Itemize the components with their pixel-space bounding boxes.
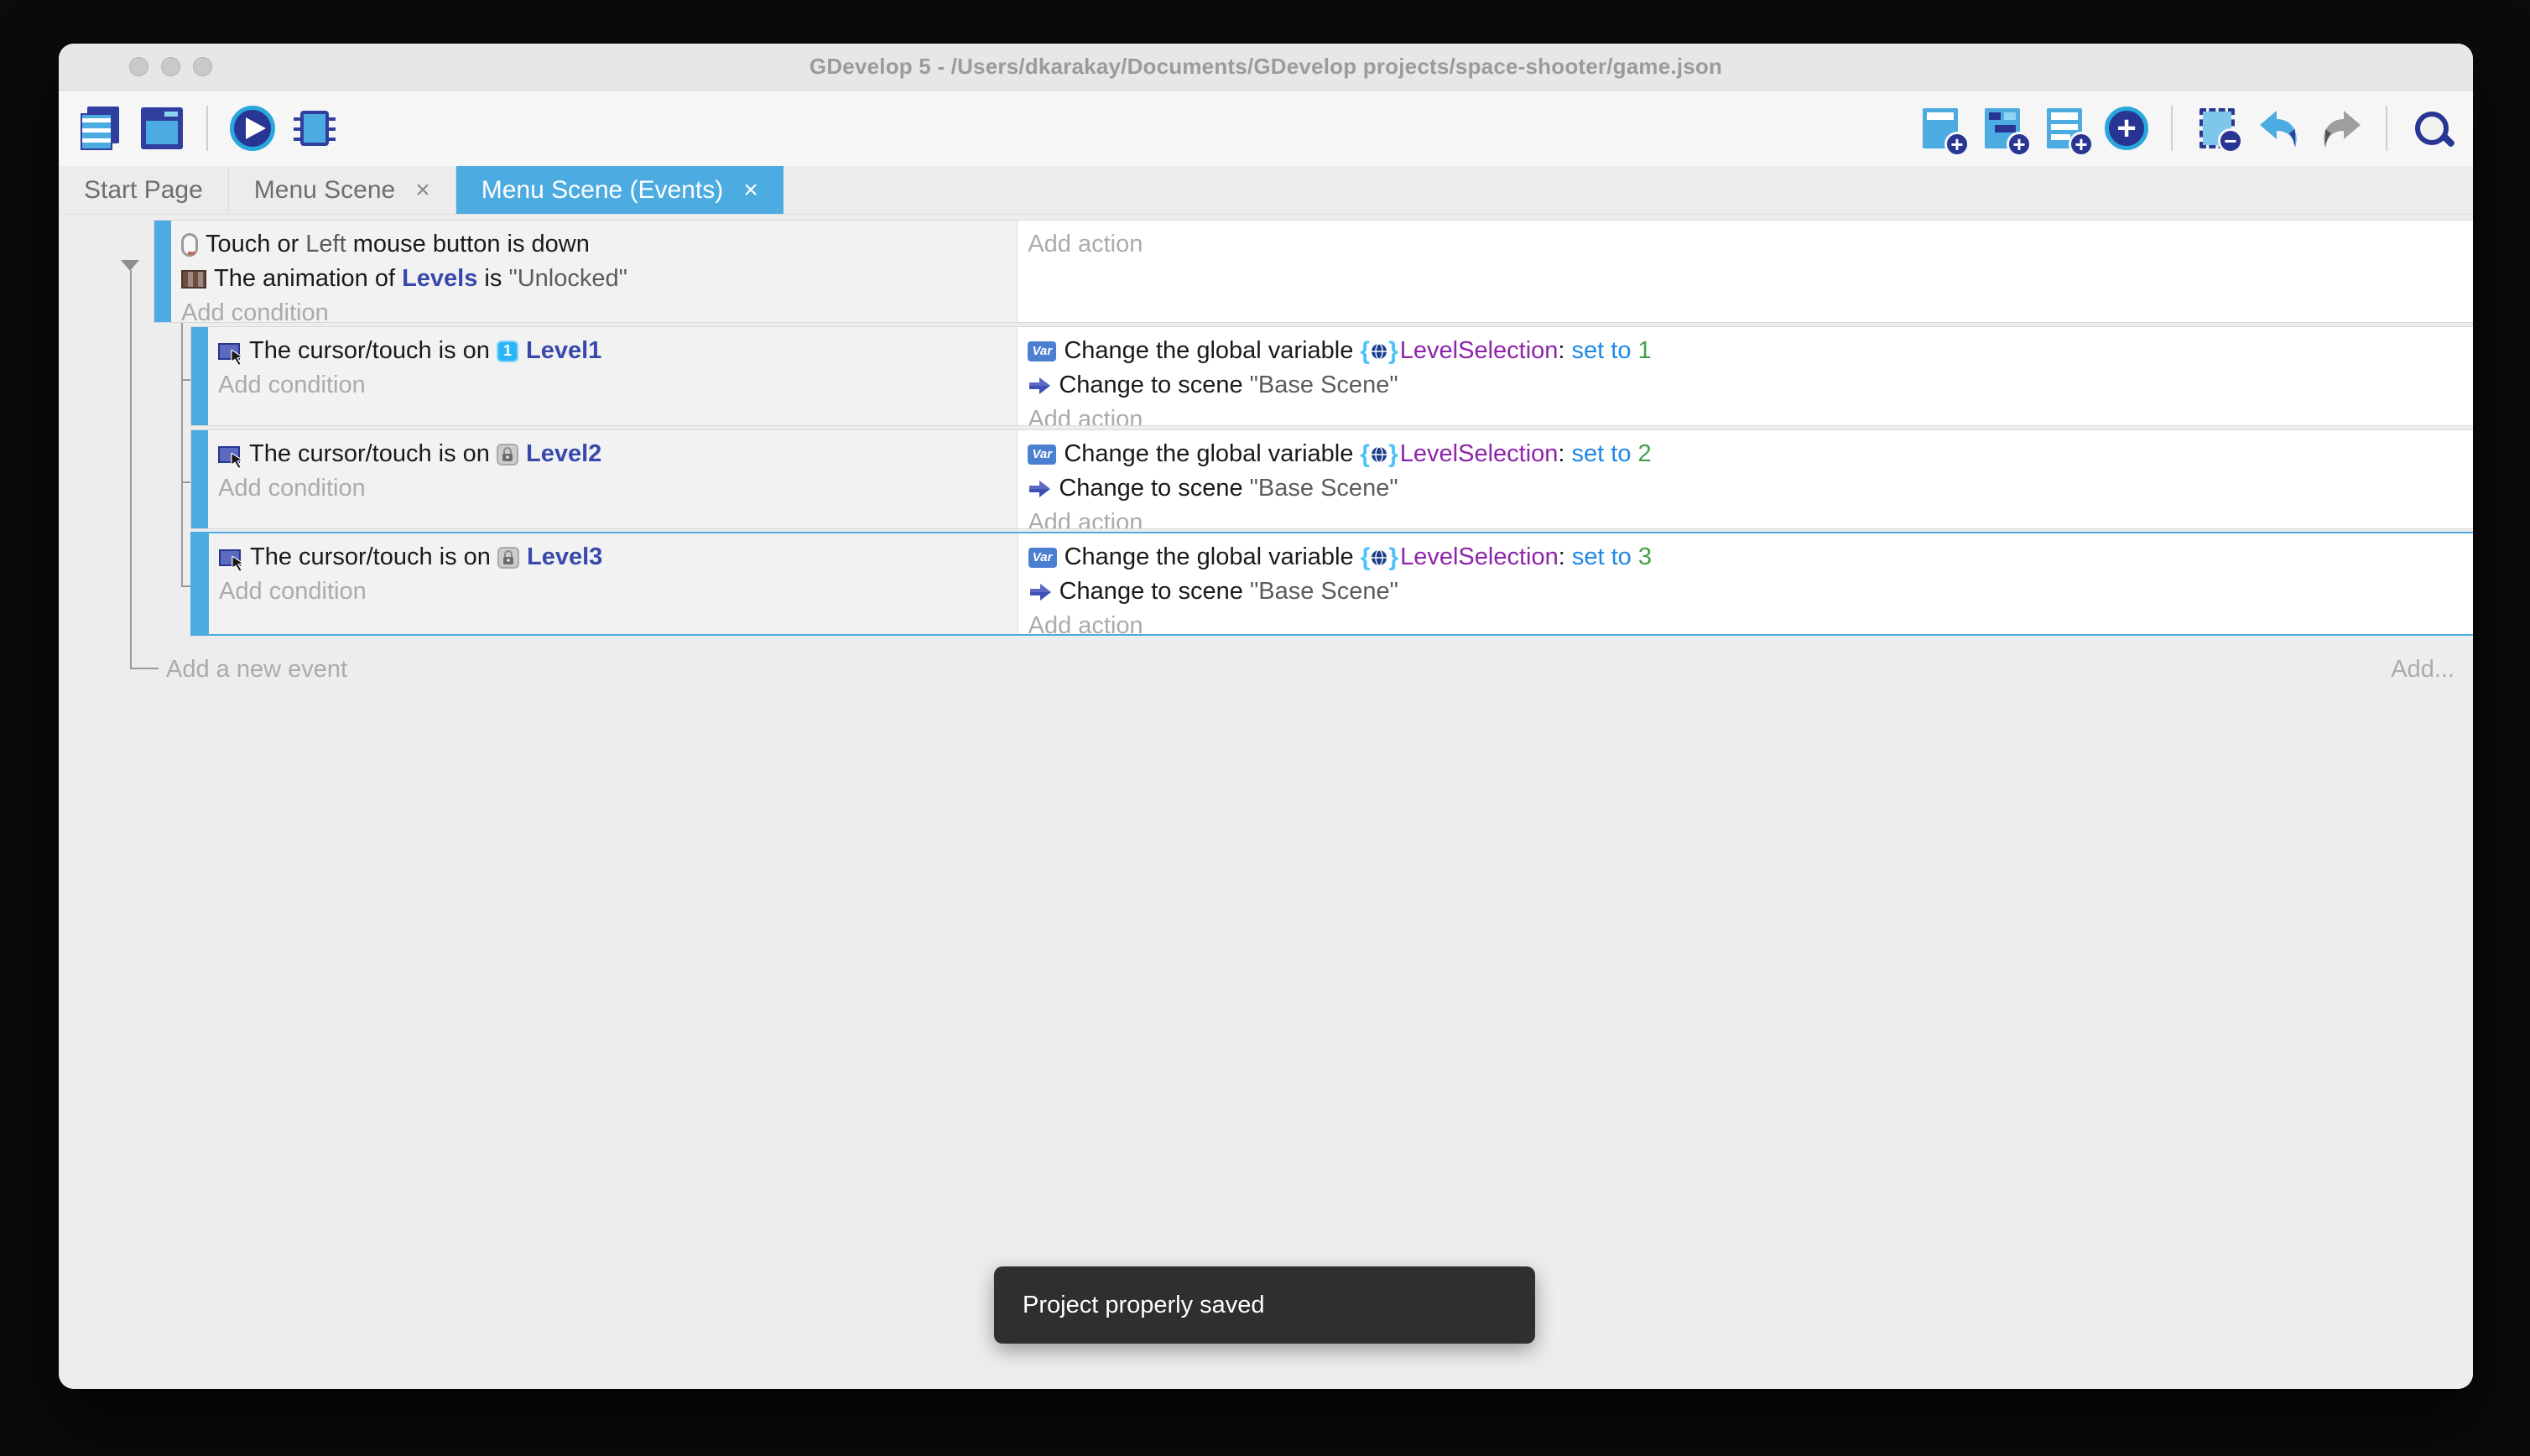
add-comment-icon[interactable]: +	[2040, 104, 2089, 153]
variable-icon: Var	[1028, 445, 1056, 465]
conditions-column: The cursor/touch is on Level3 Add condit…	[209, 533, 1018, 634]
cursor-touch-icon	[218, 343, 240, 360]
toolbar: + + + + −	[59, 91, 2473, 166]
conditions-column: The cursor/touch is on 1Level1 Add condi…	[208, 327, 1018, 425]
add-event-icon[interactable]: +	[1916, 104, 1965, 153]
add-condition-button[interactable]: Add condition	[218, 368, 1017, 403]
play-preview-icon[interactable]	[228, 104, 277, 153]
condition-animation[interactable]: The animation of Levels is "Unlocked"	[181, 262, 1017, 296]
condition-cursor-on-level3[interactable]: The cursor/touch is on Level3	[219, 540, 1018, 575]
scene-change-icon	[1028, 582, 1052, 602]
close-tab-icon[interactable]: ×	[743, 176, 758, 205]
cursor-touch-icon	[218, 446, 240, 463]
lock-icon	[497, 547, 519, 569]
close-window-button[interactable]	[129, 57, 148, 76]
debug-icon[interactable]	[290, 104, 339, 153]
minimize-window-button[interactable]	[161, 57, 180, 76]
tab-label: Menu Scene	[254, 176, 395, 205]
toast-message: Project properly saved	[1023, 1292, 1265, 1319]
add-condition-button[interactable]: Add condition	[218, 471, 1017, 506]
add-action-button[interactable]: Add action	[1028, 506, 2473, 528]
event-level2[interactable]: The cursor/touch is on Level2 Add condit…	[190, 429, 2473, 529]
action-change-scene[interactable]: Change to scene "Base Scene"	[1028, 471, 2473, 506]
event-main[interactable]: Touch or Left mouse button is down The a…	[154, 220, 2473, 323]
add-subevent-icon[interactable]: +	[1978, 104, 2027, 153]
remove-event-icon[interactable]: −	[2193, 104, 2241, 153]
gdevelop-window: GDevelop 5 - /Users/dkarakay/Documents/G…	[59, 44, 2473, 1389]
condition-touch-mouse[interactable]: Touch or Left mouse button is down	[181, 227, 1017, 262]
add-condition-button[interactable]: Add condition	[219, 575, 1018, 609]
zoom-window-button[interactable]	[193, 57, 212, 76]
undo-icon[interactable]	[2255, 104, 2304, 153]
action-change-global-variable[interactable]: VarChange the global variable LevelSelec…	[1028, 437, 2473, 471]
add-new-event-button[interactable]: Add a new event	[166, 656, 347, 684]
tab-menu-scene[interactable]: Menu Scene ×	[229, 166, 456, 214]
tree-line	[181, 481, 190, 483]
event-drag-handle[interactable]	[191, 430, 208, 528]
lock-icon	[497, 444, 518, 465]
actions-column: VarChange the global variable LevelSelec…	[1018, 533, 2473, 634]
tab-label: Menu Scene (Events)	[482, 176, 723, 205]
event-level3[interactable]: The cursor/touch is on Level3 Add condit…	[190, 532, 2473, 636]
tree-line	[181, 585, 190, 587]
action-change-scene[interactable]: Change to scene "Base Scene"	[1028, 368, 2473, 403]
event-level1[interactable]: The cursor/touch is on 1Level1 Add condi…	[190, 326, 2473, 426]
scene-change-icon	[1028, 376, 1051, 396]
global-variable-icon	[1360, 337, 1398, 366]
tree-line	[130, 668, 159, 669]
tree-line	[181, 379, 190, 381]
add-action-button[interactable]: Add action	[1028, 227, 2473, 262]
tab-menu-scene-events[interactable]: Menu Scene (Events) ×	[456, 166, 783, 214]
global-variable-icon	[1361, 543, 1398, 572]
close-tab-icon[interactable]: ×	[415, 176, 430, 205]
window-title: GDevelop 5 - /Users/dkarakay/Documents/G…	[809, 54, 1722, 80]
tree-line	[181, 323, 183, 587]
event-drag-handle[interactable]	[154, 221, 171, 322]
mouse-icon	[181, 233, 198, 257]
scene-editor-icon[interactable]	[138, 104, 186, 153]
variable-icon: Var	[1028, 548, 1057, 568]
event-drag-handle[interactable]	[192, 533, 209, 634]
condition-cursor-on-level1[interactable]: The cursor/touch is on 1Level1	[218, 334, 1017, 368]
search-icon[interactable]	[2408, 104, 2456, 153]
toolbar-left-group	[75, 104, 339, 153]
redo-icon[interactable]	[2317, 104, 2366, 153]
cursor-touch-icon	[219, 549, 241, 566]
conditions-column: The cursor/touch is on Level2 Add condit…	[208, 430, 1018, 528]
global-variable-icon	[1360, 440, 1398, 469]
condition-cursor-on-level2[interactable]: The cursor/touch is on Level2	[218, 437, 1017, 471]
add-condition-button[interactable]: Add condition	[181, 296, 1017, 322]
action-change-scene[interactable]: Change to scene "Base Scene"	[1028, 575, 2473, 609]
actions-column: VarChange the global variable LevelSelec…	[1018, 430, 2473, 528]
toolbar-divider	[2386, 106, 2387, 151]
save-toast: Project properly saved	[994, 1266, 1535, 1344]
scene-change-icon	[1028, 479, 1051, 499]
action-change-global-variable[interactable]: VarChange the global variable LevelSelec…	[1028, 540, 2473, 575]
add-more-button[interactable]: Add...	[2391, 656, 2455, 684]
toolbar-divider	[2171, 106, 2173, 151]
action-change-global-variable[interactable]: VarChange the global variable LevelSelec…	[1028, 334, 2473, 368]
project-manager-icon[interactable]	[75, 104, 124, 153]
tab-bar: Start Page Menu Scene × Menu Scene (Even…	[59, 166, 2473, 215]
conditions-column: Touch or Left mouse button is down The a…	[171, 221, 1018, 322]
toolbar-divider	[206, 106, 208, 151]
title-bar: GDevelop 5 - /Users/dkarakay/Documents/G…	[59, 44, 2473, 91]
tab-label: Start Page	[84, 176, 203, 205]
events-sheet: Touch or Left mouse button is down The a…	[59, 215, 2473, 1389]
toolbar-right-group: + + + + −	[1916, 104, 2456, 153]
add-other-event-icon[interactable]: +	[2102, 104, 2151, 153]
actions-column: Add action	[1018, 221, 2473, 322]
add-action-button[interactable]: Add action	[1028, 609, 2473, 634]
tab-start-page[interactable]: Start Page	[59, 166, 229, 214]
sprite-1-icon: 1	[497, 341, 518, 362]
event-drag-handle[interactable]	[191, 327, 208, 425]
add-action-button[interactable]: Add action	[1028, 403, 2473, 425]
variable-icon: Var	[1028, 341, 1056, 361]
animation-icon	[181, 270, 206, 289]
traffic-lights	[129, 57, 212, 76]
tree-line	[130, 270, 132, 669]
actions-column: VarChange the global variable LevelSelec…	[1018, 327, 2473, 425]
